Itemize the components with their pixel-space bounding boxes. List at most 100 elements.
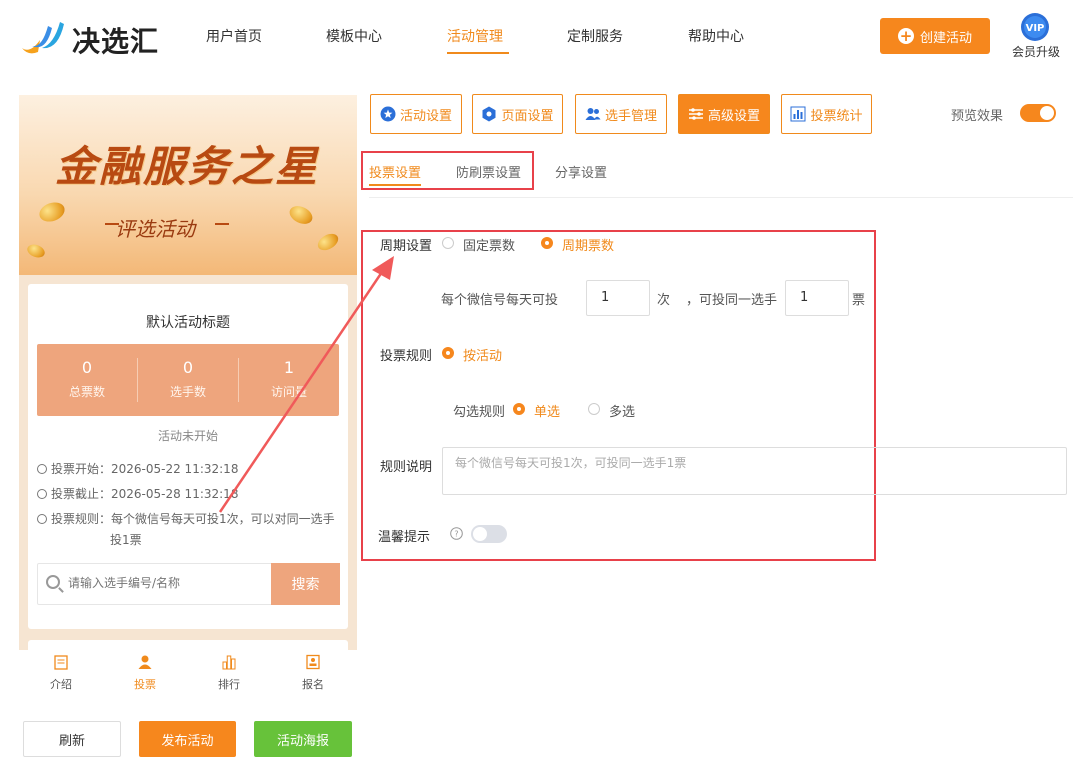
subtab-share[interactable]: 分享设置	[555, 162, 607, 181]
vote-end-line: 投票截止：2026-05-28 11:32:18	[37, 485, 238, 502]
doc-icon	[54, 655, 68, 670]
radio-period-votes[interactable]	[541, 237, 553, 249]
top-header: 决选汇 用户首页 模板中心 活动管理 定制服务 帮助中心 + 创建活动 VIP …	[0, 0, 1087, 78]
refresh-button[interactable]: 刷新	[23, 721, 121, 757]
subtab-divider	[369, 197, 1073, 198]
tool-label: 投票统计	[810, 108, 863, 124]
users-icon	[585, 108, 601, 120]
search-icon	[46, 575, 60, 589]
radio-fixed-votes-label[interactable]: 固定票数	[463, 235, 515, 254]
toggle-knob	[1040, 106, 1054, 120]
nav-templates[interactable]: 模板中心	[326, 26, 382, 46]
tip-toggle[interactable]	[471, 525, 507, 543]
subtab-underline	[369, 184, 421, 186]
svg-text:?: ?	[454, 530, 458, 539]
clock-icon	[37, 464, 47, 474]
banner-subtitle: 评选活动	[115, 217, 195, 241]
vip-badge-icon[interactable]: VIP	[1020, 12, 1050, 42]
subtab-anti-fraud[interactable]: 防刷票设置	[456, 162, 521, 181]
nav-home[interactable]: 用户首页	[206, 26, 262, 46]
coin-icon	[25, 242, 47, 260]
radio-single[interactable]	[513, 403, 525, 415]
contestant-search: 搜索	[37, 563, 340, 605]
tab-signup[interactable]: 报名	[271, 654, 355, 692]
nav-active-indicator	[447, 52, 509, 54]
radio-multiple-label[interactable]: 多选	[609, 401, 635, 420]
star-circle-icon	[380, 106, 396, 122]
preview-toggle[interactable]	[1020, 104, 1056, 122]
coin-icon	[36, 199, 68, 225]
badge-icon	[306, 654, 320, 670]
create-activity-label: 创建活动	[919, 30, 972, 46]
annotation-arrow	[218, 256, 394, 513]
rule-desc-textarea[interactable]: 每个微信号每天可投1次，可投同一选手1票	[442, 447, 1067, 495]
sliders-icon	[688, 108, 703, 120]
vip-badge-text: VIP	[1026, 23, 1045, 34]
tip-label: 温馨提示	[378, 530, 431, 545]
search-input[interactable]	[68, 576, 268, 590]
bottom-tabbar: 介绍 投票 排行 报名	[19, 650, 357, 698]
tab-label: 排行	[218, 678, 240, 691]
rule-desc-label: 规则说明	[380, 460, 433, 475]
subtab-vote-settings[interactable]: 投票设置	[369, 162, 421, 181]
same-contestant-prefix: ，可投同一选手	[686, 293, 778, 308]
publish-button[interactable]: 发布活动	[139, 721, 236, 757]
nav-custom-service[interactable]: 定制服务	[567, 26, 623, 46]
tool-label: 高级设置	[707, 108, 760, 124]
clock-icon	[37, 489, 47, 499]
check-rule-label: 勾选规则	[453, 405, 506, 420]
tab-vote[interactable]: 投票	[103, 654, 187, 692]
contestant-management-button[interactable]: 选手管理	[575, 94, 667, 134]
vote-rule-label: 投票规则	[380, 349, 433, 364]
logo-text: 决选汇	[72, 25, 160, 58]
tab-label: 报名	[302, 678, 324, 691]
banner-deco	[215, 223, 229, 225]
tab-label: 投票	[134, 678, 156, 691]
same-contestant-unit: 票	[852, 293, 866, 308]
banner-title: 金融服务之星	[55, 142, 320, 191]
tab-intro[interactable]: 介绍	[19, 654, 103, 692]
search-button[interactable]: 搜索	[271, 563, 340, 605]
same-contestant-input[interactable]: 1	[785, 280, 849, 316]
advanced-settings-button[interactable]: 高级设置	[678, 94, 770, 134]
page-settings-button[interactable]: 页面设置	[472, 94, 563, 134]
poster-button[interactable]: 活动海报	[254, 721, 352, 757]
bar-chart-icon	[790, 106, 806, 122]
help-icon[interactable]: ?	[450, 527, 463, 540]
create-activity-button[interactable]: + 创建活动	[880, 18, 990, 54]
nav-help[interactable]: 帮助中心	[688, 26, 744, 46]
activity-settings-button[interactable]: 活动设置	[370, 94, 462, 134]
tab-ranking[interactable]: 排行	[187, 654, 271, 692]
toggle-knob	[473, 527, 487, 541]
vote-statistics-button[interactable]: 投票统计	[781, 94, 872, 134]
radio-by-activity[interactable]	[442, 347, 454, 359]
radio-fixed-votes[interactable]	[442, 237, 454, 249]
tool-label: 选手管理	[604, 108, 657, 124]
radio-single-label[interactable]: 单选	[534, 401, 560, 420]
vip-upgrade-label[interactable]: 会员升级	[1012, 43, 1060, 60]
nav-activity-management[interactable]: 活动管理	[447, 26, 503, 46]
per-day-input[interactable]: 1	[586, 280, 650, 316]
preview-label: 预览效果	[951, 109, 1004, 124]
per-day-prefix: 每个微信号每天可投	[441, 293, 559, 308]
period-label: 周期设置	[380, 239, 433, 254]
person-icon	[138, 655, 152, 669]
radio-by-activity-label[interactable]: 按活动	[463, 345, 502, 364]
tab-label: 介绍	[50, 678, 72, 691]
stat-label: 总票数	[68, 385, 105, 399]
coin-icon	[286, 202, 316, 228]
activity-banner: 金融服务之星 评选活动	[19, 95, 357, 275]
bars-icon	[222, 655, 236, 670]
tool-label: 活动设置	[399, 108, 452, 124]
gear-icon	[482, 106, 496, 122]
stat-total-votes: 0 总票数	[37, 344, 137, 416]
plus-icon: +	[897, 27, 914, 45]
stat-value: 0	[81, 358, 93, 377]
radio-multiple[interactable]	[588, 403, 600, 415]
logo-icon	[22, 22, 64, 54]
radio-period-votes-label[interactable]: 周期票数	[562, 235, 614, 254]
per-day-unit: 次	[657, 293, 671, 308]
info-icon	[37, 514, 47, 524]
vote-start-line: 投票开始：2026-05-22 11:32:18	[37, 460, 238, 477]
vote-rule-line2: 投1票	[110, 533, 142, 547]
